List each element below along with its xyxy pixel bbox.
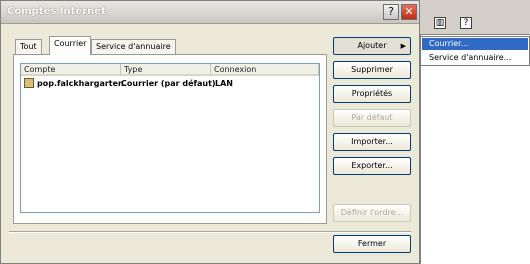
tab-all[interactable]: Tout	[15, 39, 42, 54]
add-button[interactable]: Ajouter ▶	[333, 37, 411, 55]
title-bar: Comptes Internet ? ✕	[1, 1, 419, 24]
list-header: Compte Type Connexion	[21, 64, 319, 76]
list-item[interactable]: pop.falckhargarten. Courrier (par défaut…	[21, 78, 319, 90]
set-order-button[interactable]: Définir l'ordre...	[333, 204, 411, 222]
tab-mail[interactable]: Courrier	[49, 36, 92, 55]
account-connection: LAN	[215, 79, 233, 88]
account-name: pop.falckhargarten.	[37, 79, 127, 88]
export-button[interactable]: Exporter...	[333, 157, 411, 175]
set-default-button[interactable]: Par défaut	[333, 109, 411, 127]
submenu-arrow-icon: ▶	[400, 42, 406, 50]
menu-item-directory-service[interactable]: Service d'annuaire...	[422, 52, 528, 64]
mail-account-icon	[24, 78, 34, 88]
tab-directory-service[interactable]: Service d'annuaire	[91, 39, 176, 54]
add-button-label: Ajouter	[357, 41, 387, 50]
internet-accounts-dialog: Comptes Internet ? ✕ Tout Courrier Servi…	[0, 0, 420, 264]
window-title: Comptes Internet	[7, 6, 106, 17]
close-icon[interactable]: ✕	[401, 4, 417, 20]
help-button[interactable]: ?	[383, 4, 399, 20]
account-type: Courrier (par défaut)	[121, 79, 216, 88]
separator	[9, 231, 411, 233]
address-book-icon[interactable]: ▥	[434, 17, 446, 29]
column-type[interactable]: Type	[121, 64, 211, 76]
background-app-toolbar: ▥ ?	[420, 14, 530, 35]
column-account[interactable]: Compte	[21, 64, 121, 76]
accounts-list[interactable]: Compte Type Connexion pop.falckhargarten…	[20, 63, 320, 213]
import-button[interactable]: Importer...	[333, 133, 411, 151]
properties-button[interactable]: Propriétés	[333, 85, 411, 103]
menu-item-mail[interactable]: Courrier...	[422, 38, 528, 50]
help-icon[interactable]: ?	[460, 17, 472, 29]
background-app-body	[420, 35, 530, 264]
column-connection[interactable]: Connexion	[211, 64, 319, 76]
close-button[interactable]: Fermer	[333, 235, 411, 253]
tab-panel: Compte Type Connexion pop.falckhargarten…	[13, 54, 327, 224]
add-submenu: Courrier... Service d'annuaire...	[420, 36, 530, 66]
remove-button[interactable]: Supprimer	[333, 61, 411, 79]
